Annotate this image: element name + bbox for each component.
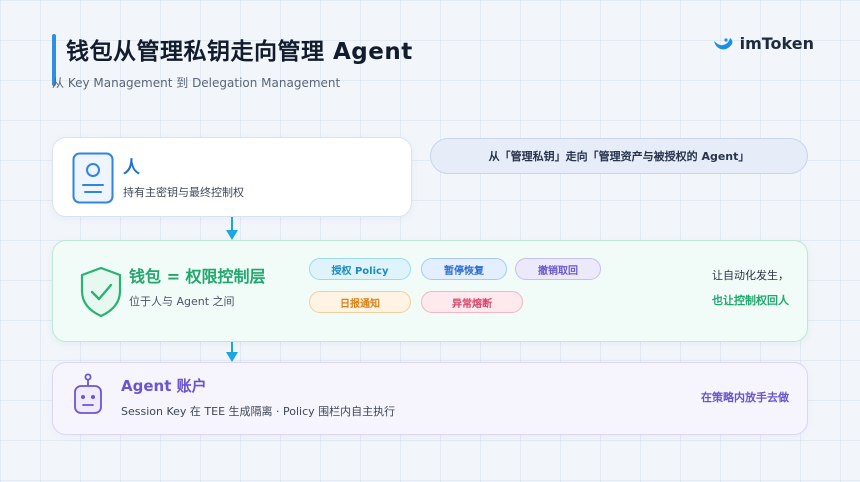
imtoken-logo: imToken [712, 34, 814, 53]
chip-daily-report: 日报通知 [309, 291, 411, 313]
page-subtitle: 从 Key Management 到 Delegation Management [52, 76, 341, 90]
wallet-note-line1: 让自动化发生， [712, 269, 789, 282]
arrow-down-icon [225, 342, 239, 363]
imtoken-logo-icon [713, 37, 733, 49]
wallet-title: 钱包 = 权限控制层 [129, 267, 266, 286]
person-card: 人 持有主密钥与最终控制权 [52, 137, 412, 217]
agent-card: Agent 账户 Session Key 在 TEE 生成隔离 · Policy… [52, 362, 808, 435]
quote-pill: 从「管理私钥」走向「管理资产与被授权的 Agent」 [430, 138, 808, 174]
chip-revoke-retrieve: 撤销取回 [515, 258, 601, 280]
chip-authorize-policy: 授权 Policy [309, 258, 411, 280]
agent-title: Agent 账户 [121, 377, 207, 395]
shield-check-icon [79, 266, 123, 322]
person-title: 人 [123, 158, 140, 178]
chip-anomaly-circuit-breaker: 异常熔断 [421, 291, 523, 313]
wallet-note-line2: 也让控制权回人 [712, 294, 789, 307]
person-desc: 持有主密钥与最终控制权 [123, 186, 244, 199]
id-card-icon [72, 152, 114, 208]
chip-pause-resume: 暂停恢复 [421, 258, 507, 280]
wallet-card: 钱包 = 权限控制层 位于人与 Agent 之间 授权 Policy 暂停恢复 … [52, 240, 808, 342]
agent-desc: Session Key 在 TEE 生成隔离 · Policy 围栏内自主执行 [121, 405, 396, 418]
page-title: 钱包从管理私钥走向管理 Agent [66, 39, 413, 65]
arrow-down-icon [225, 217, 239, 241]
logo-text: imToken [739, 34, 814, 53]
wallet-desc: 位于人与 Agent 之间 [129, 295, 235, 308]
robot-icon [73, 373, 103, 421]
agent-note: 在策略内放手去做 [701, 391, 789, 404]
